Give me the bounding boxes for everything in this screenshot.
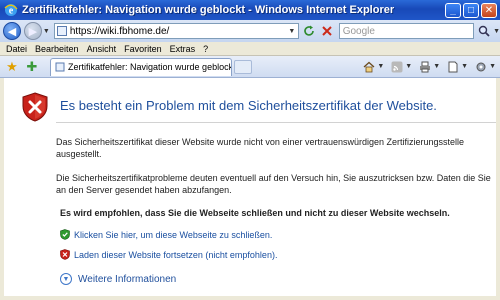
search-input[interactable]: Google <box>338 23 475 39</box>
paragraph-untrusted-ca: Das Sicherheitszertifikat dieser Website… <box>56 137 465 159</box>
recommendation-text: Es wird empfohlen, dass Sie die Webseite… <box>60 208 450 218</box>
continue-website-link[interactable]: Laden dieser Website fortsetzen (nicht e… <box>60 249 277 260</box>
menu-favoriten[interactable]: Favoriten <box>124 44 162 54</box>
more-information-label[interactable]: Weitere Informationen <box>78 274 176 285</box>
home-dropdown-icon[interactable]: ▼ <box>377 63 384 70</box>
page-menu-button[interactable]: ▼ <box>446 60 468 74</box>
address-field[interactable]: https://wiki.fbhome.de/ ▼ <box>53 23 299 39</box>
menu-ansicht[interactable]: Ansicht <box>87 44 117 54</box>
favorites-star-icon[interactable]: ★ <box>4 59 20 75</box>
print-button[interactable]: ▼ <box>418 60 440 74</box>
feed-icon <box>390 60 404 74</box>
add-favorite-icon[interactable]: ✚ <box>24 59 40 75</box>
svg-text:e: e <box>9 6 14 17</box>
error-page: Es besteht ein Problem mit dem Sicherhei… <box>0 78 500 300</box>
maximize-button[interactable]: □ <box>463 2 479 18</box>
gear-icon <box>474 60 488 74</box>
back-arrow-icon[interactable]: ◀ <box>3 22 21 40</box>
ie-logo-icon: e <box>4 3 18 17</box>
menu-help[interactable]: ? <box>203 44 208 54</box>
page-heading: Es besteht ein Problem mit dem Sicherhei… <box>60 98 437 113</box>
tab-toolbar: ★ ✚ Zertifikatfehler: Navigation wurde g… <box>0 56 500 78</box>
address-dropdown-icon[interactable]: ▼ <box>286 28 298 35</box>
search-dropdown-icon[interactable]: ▼ <box>493 28 500 35</box>
feeds-button[interactable]: ▼ <box>390 60 412 74</box>
menu-bar: Datei Bearbeiten Ansicht Favoriten Extra… <box>0 42 500 56</box>
divider <box>56 122 496 123</box>
tab-page-icon <box>55 62 65 72</box>
tab-label: Zertifikatfehler: Navigation wurde geblo… <box>68 62 232 72</box>
history-dropdown-icon[interactable]: ▼ <box>43 28 50 35</box>
title-bar: e Zertifikatfehler: Navigation wurde geb… <box>0 0 500 20</box>
menu-extras[interactable]: Extras <box>170 44 196 54</box>
tab-current[interactable]: Zertifikatfehler: Navigation wurde geblo… <box>50 57 232 76</box>
continue-website-link-text[interactable]: Laden dieser Website fortsetzen (nicht e… <box>74 250 277 260</box>
menu-bearbeiten[interactable]: Bearbeiten <box>35 44 79 54</box>
print-dropdown-icon[interactable]: ▼ <box>433 63 440 70</box>
close-webpage-link[interactable]: Klicken Sie hier, um diese Webseite zu s… <box>60 229 272 240</box>
tools-dropdown-icon[interactable]: ▼ <box>489 63 496 70</box>
page-icon <box>56 26 67 36</box>
new-tab-button[interactable] <box>234 59 252 74</box>
menu-datei[interactable]: Datei <box>6 44 27 54</box>
minimize-button[interactable]: _ <box>445 2 461 18</box>
page-icon <box>446 60 460 74</box>
paragraph-warning: Die Sicherheitszertifikatprobleme deuten… <box>56 173 491 195</box>
refresh-icon[interactable] <box>301 23 317 39</box>
window-title: Zertifikatfehler: Navigation wurde geblo… <box>22 4 395 16</box>
tools-menu-button[interactable]: ▼ <box>474 60 496 74</box>
home-icon <box>362 60 376 74</box>
feed-dropdown-icon[interactable]: ▼ <box>405 63 412 70</box>
page-dropdown-icon[interactable]: ▼ <box>461 63 468 70</box>
close-button[interactable]: ✕ <box>481 2 497 18</box>
green-shield-check-icon <box>60 229 70 240</box>
printer-icon <box>418 60 432 74</box>
window-bottom-edge <box>0 296 500 300</box>
magnifier-icon[interactable] <box>476 23 492 39</box>
more-information-toggle[interactable]: ▼ Weitere Informationen <box>60 273 176 285</box>
address-toolbar: ◀ ▶ ▼ https://wiki.fbhome.de/ ▼ Google ▼ <box>0 20 500 42</box>
red-shield-x-small-icon <box>60 249 70 260</box>
url-text[interactable]: https://wiki.fbhome.de/ <box>70 26 286 37</box>
forward-arrow-icon[interactable]: ▶ <box>23 22 42 40</box>
home-button[interactable]: ▼ <box>362 60 384 74</box>
stop-icon[interactable] <box>319 23 335 39</box>
red-shield-x-icon <box>22 92 48 125</box>
chevron-down-circle-icon: ▼ <box>60 273 72 285</box>
close-webpage-link-text[interactable]: Klicken Sie hier, um diese Webseite zu s… <box>74 230 272 240</box>
